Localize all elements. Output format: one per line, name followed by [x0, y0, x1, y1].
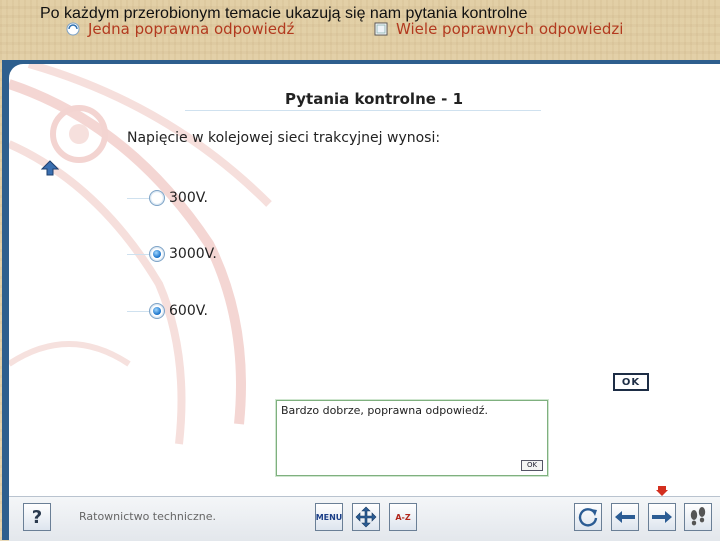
answer-option-2[interactable]: 3000V. [127, 246, 217, 262]
back-button[interactable] [611, 503, 639, 531]
answer-label-3: 600V. [169, 303, 208, 319]
forward-arrow-icon [652, 511, 672, 523]
mode-multiple: Wiele poprawnych odpowiedzi [374, 20, 623, 38]
answer-option-3[interactable]: 600V. [127, 303, 208, 319]
answer-radio-3[interactable] [149, 303, 165, 319]
answer-radio-2[interactable] [149, 246, 165, 262]
feedback-ok-button[interactable]: OK [521, 460, 543, 471]
answer-label-1: 300V. [169, 190, 208, 206]
move-icon [355, 506, 377, 528]
answer-option-1[interactable]: 300V. [127, 190, 208, 206]
option-leader-line [127, 197, 149, 199]
glossary-icon: A-Z [395, 512, 411, 522]
quiz-title: Pytania kontrolne - 1 [285, 90, 464, 108]
mode-single: Jedna poprawna odpowiedź [66, 20, 294, 38]
mode-single-label: Jedna poprawna odpowiedź [88, 20, 295, 38]
up-arrow-icon[interactable] [40, 160, 60, 180]
refresh-button[interactable] [574, 503, 602, 531]
quiz-panel: Pytania kontrolne - 1 Napięcie w kolejow… [9, 64, 720, 496]
menu-button[interactable]: MENU [315, 503, 343, 531]
glossary-button[interactable]: A-Z [389, 503, 417, 531]
checkbox-icon [374, 22, 388, 36]
option-leader-line [127, 310, 149, 312]
back-arrow-icon [615, 511, 635, 523]
footsteps-icon [690, 507, 706, 526]
answer-radio-1[interactable] [149, 190, 165, 206]
course-name: Ratownictwo techniczne. [79, 510, 216, 523]
footer-toolbar: ? Ratownictwo techniczne. MENU A-Z [9, 496, 720, 541]
forward-button[interactable] [648, 503, 676, 531]
menu-icon: MENU [315, 512, 343, 522]
title-divider [185, 110, 541, 111]
help-icon: ? [31, 506, 43, 528]
feedback-box: Bardzo dobrze, poprawna odpowiedź. OK [276, 400, 548, 476]
answer-label-2: 3000V. [169, 246, 217, 262]
feedback-message: Bardzo dobrze, poprawna odpowiedź. [281, 404, 489, 417]
refresh-icon [578, 508, 598, 527]
radio-icon [66, 22, 80, 36]
option-leader-line [127, 253, 149, 255]
ok-button[interactable]: OK [613, 373, 649, 391]
question-text: Napięcie w kolejowej sieci trakcyjnej wy… [127, 130, 441, 146]
move-button[interactable] [352, 503, 380, 531]
exit-button[interactable] [684, 503, 712, 531]
mode-multiple-label: Wiele poprawnych odpowiedzi [396, 20, 624, 38]
help-button[interactable]: ? [23, 503, 51, 531]
